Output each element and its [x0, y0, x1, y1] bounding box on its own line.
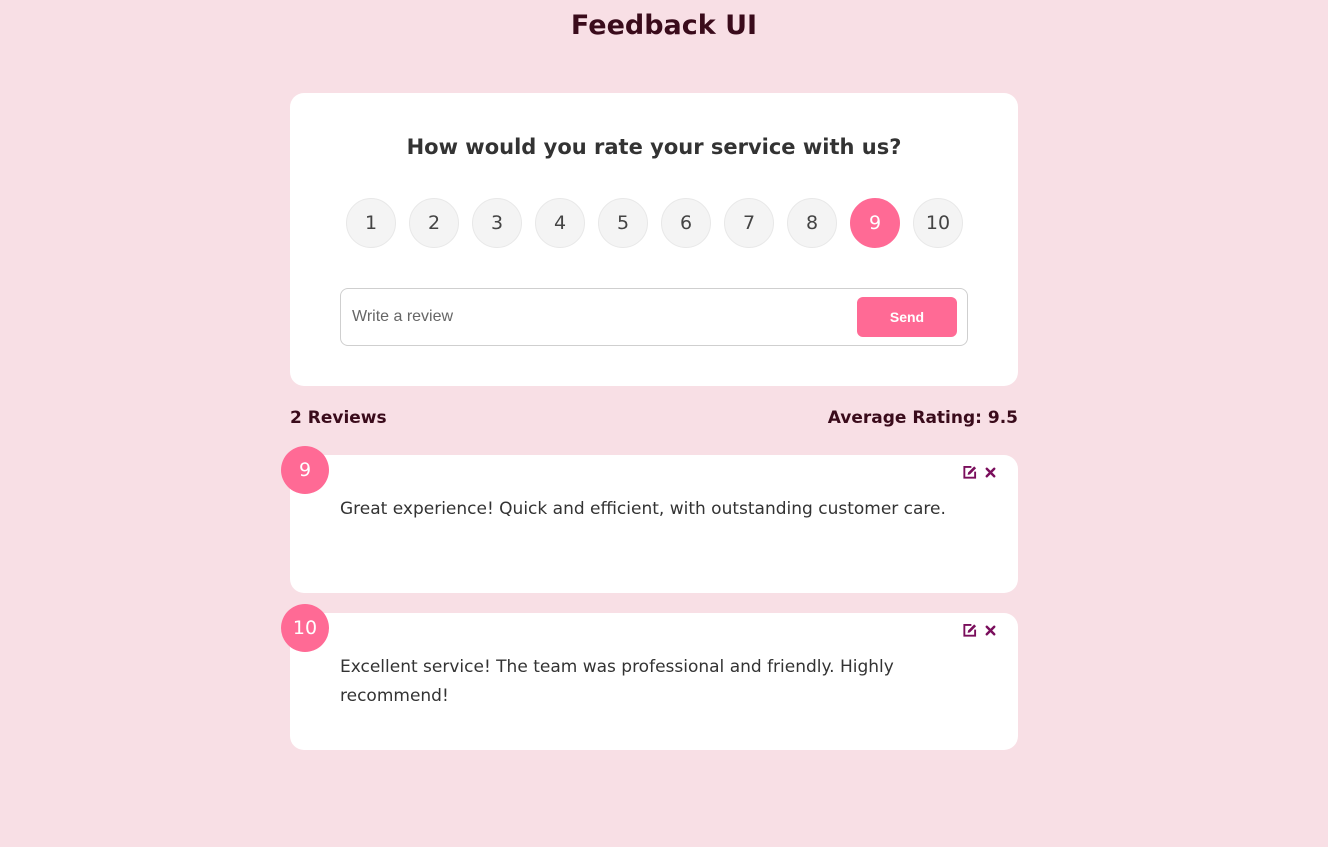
rating-option-8[interactable]: 8: [787, 198, 837, 248]
review-form: Send: [340, 288, 968, 346]
review-text: Excellent service! The team was professi…: [340, 657, 894, 706]
review-rating-badge: 9: [281, 446, 329, 494]
review-count: 2 Reviews: [290, 408, 387, 428]
review-actions: [962, 465, 998, 480]
review-card: 10 Excellent service! The team was profe…: [281, 604, 1018, 750]
rating-option-9[interactable]: 9: [850, 198, 900, 248]
rating-question: How would you rate your service with us?: [406, 135, 902, 159]
review-stats: 2 Reviews Average Rating: 9.5: [290, 408, 1018, 432]
rating-option-4[interactable]: 4: [535, 198, 585, 248]
rating-option-3[interactable]: 3: [472, 198, 522, 248]
rating-option-10[interactable]: 10: [913, 198, 963, 248]
send-button[interactable]: Send: [857, 297, 957, 337]
rating-option-1[interactable]: 1: [346, 198, 396, 248]
average-rating: Average Rating: 9.5: [827, 408, 1018, 428]
rating-card: How would you rate your service with us?…: [290, 93, 1018, 386]
review-actions: [962, 623, 998, 638]
rating-options: 1 2 3 4 5 6 7 8 9 10: [346, 198, 963, 248]
rating-option-7[interactable]: 7: [724, 198, 774, 248]
page-title: Feedback UI: [570, 10, 758, 41]
rating-option-6[interactable]: 6: [661, 198, 711, 248]
rating-option-5[interactable]: 5: [598, 198, 648, 248]
close-icon[interactable]: [983, 623, 998, 638]
edit-icon[interactable]: [962, 623, 977, 638]
review-text: Great experience! Quick and efficient, w…: [340, 499, 946, 519]
edit-icon[interactable]: [962, 465, 977, 480]
close-icon[interactable]: [983, 465, 998, 480]
rating-option-2[interactable]: 2: [409, 198, 459, 248]
review-card: 9 Great experience! Quick and efficient,…: [281, 446, 1018, 593]
review-input[interactable]: [342, 290, 842, 344]
review-rating-badge: 10: [281, 604, 329, 652]
